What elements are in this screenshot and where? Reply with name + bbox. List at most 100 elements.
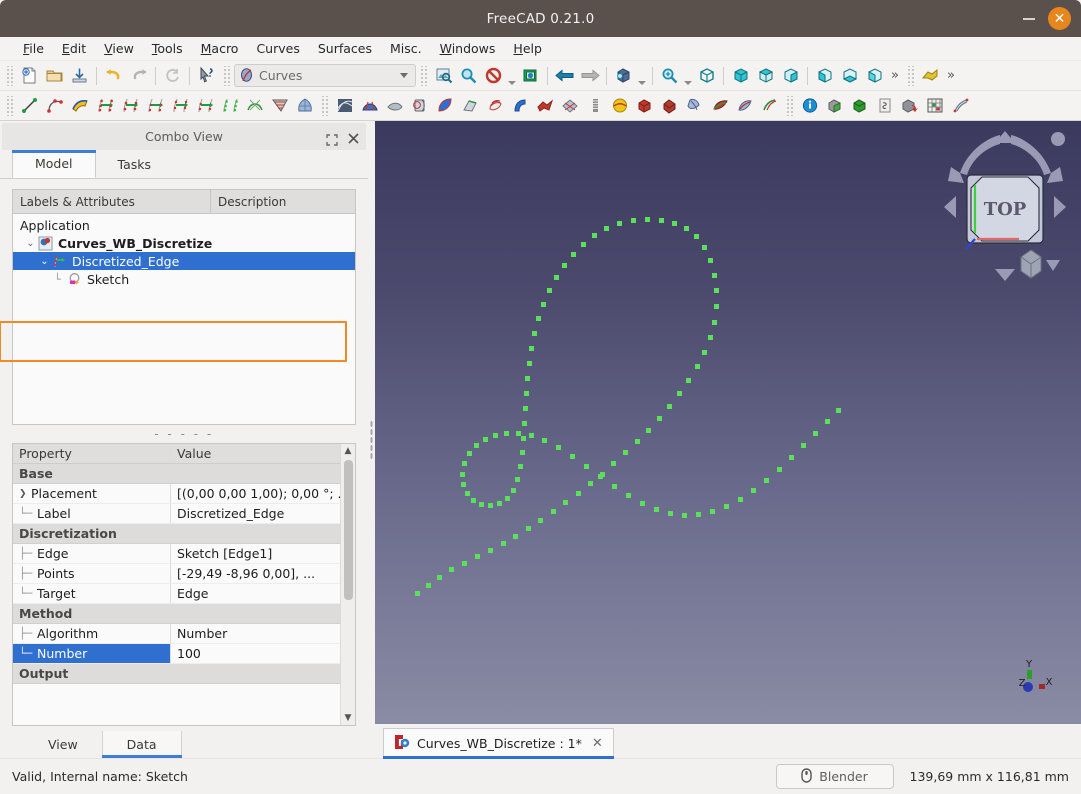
- gordon-surface-icon[interactable]: [357, 94, 382, 118]
- 3d-viewport[interactable]: TOP Y Z X: [375, 121, 1081, 724]
- tree-item-application[interactable]: Application: [13, 216, 355, 234]
- menu-view[interactable]: View: [95, 39, 143, 58]
- axonometric-dropdown[interactable]: [636, 64, 648, 88]
- property-value[interactable]: Number: [171, 624, 340, 644]
- menu-macro[interactable]: Macro: [192, 39, 248, 58]
- menu-curves[interactable]: Curves: [247, 39, 308, 58]
- spline-icon[interactable]: [42, 94, 67, 118]
- close-icon[interactable]: ✕: [592, 736, 603, 751]
- zoom-dropdown[interactable]: [682, 64, 694, 88]
- zoom-box-icon[interactable]: [456, 64, 481, 88]
- refresh-icon[interactable]: [160, 64, 185, 88]
- menu-windows[interactable]: Windows: [431, 39, 505, 58]
- toolbar-overflow-2[interactable]: »: [943, 68, 959, 83]
- trim-face-icon[interactable]: [557, 94, 582, 118]
- axonometric-icon[interactable]: [611, 64, 636, 88]
- interpolate-icon[interactable]: [117, 94, 142, 118]
- chevron-down-icon[interactable]: ⌄: [38, 252, 51, 270]
- tab-data[interactable]: Data: [101, 731, 182, 758]
- sweep-icon[interactable]: [432, 94, 457, 118]
- property-row-placement[interactable]: ❯ Placement [(0,00 0,00 1,00); 0,00 °; ..…: [13, 484, 340, 504]
- property-row-points[interactable]: ├─ Points [-29,49 -8,96 0,00], ...: [13, 564, 340, 584]
- zoom-icon[interactable]: [657, 64, 682, 88]
- grid-icon[interactable]: [922, 94, 947, 118]
- redo-icon[interactable]: [126, 64, 151, 88]
- property-row-edge[interactable]: ├─ Edge Sketch [Edge1]: [13, 544, 340, 564]
- minimize-button[interactable]: [1020, 10, 1038, 28]
- shape-export-icon[interactable]: [897, 94, 922, 118]
- segment-surface-icon[interactable]: [532, 94, 557, 118]
- close-icon[interactable]: [347, 130, 360, 144]
- green-cube-icon[interactable]: [847, 94, 872, 118]
- pipeshell-icon[interactable]: [407, 94, 432, 118]
- toolbar-grip[interactable]: [5, 65, 14, 86]
- box-element-icon[interactable]: [822, 94, 847, 118]
- join-curve-icon[interactable]: [192, 94, 217, 118]
- menu-tools[interactable]: Tools: [143, 39, 192, 58]
- back-arrow-icon[interactable]: [552, 64, 577, 88]
- toolbar-grip[interactable]: [222, 65, 231, 86]
- draw-style-icon[interactable]: [481, 64, 506, 88]
- map-sketch-icon[interactable]: [707, 94, 732, 118]
- toolbar-grip[interactable]: [419, 65, 428, 86]
- discretized-points-icon[interactable]: [217, 94, 242, 118]
- line-icon[interactable]: [17, 94, 42, 118]
- vertical-splitter[interactable]: [368, 121, 375, 758]
- chevron-right-icon[interactable]: ❯: [19, 489, 31, 499]
- shape-info-icon[interactable]: [682, 94, 707, 118]
- menu-misc[interactable]: Misc.: [381, 39, 431, 58]
- std-view-icon[interactable]: [518, 64, 543, 88]
- isometric-icon[interactable]: [694, 64, 719, 88]
- scroll-down-icon[interactable]: ▼: [341, 711, 355, 725]
- info-icon[interactable]: [797, 94, 822, 118]
- discretize-icon[interactable]: [92, 94, 117, 118]
- paramcurve-icon[interactable]: [757, 94, 782, 118]
- property-value[interactable]: [-29,49 -8,96 0,00], ...: [171, 564, 340, 584]
- property-row-algorithm[interactable]: ├─ Algorithm Number: [13, 624, 340, 644]
- front-view-icon[interactable]: [728, 64, 753, 88]
- right-view-icon[interactable]: [778, 64, 803, 88]
- save-icon[interactable]: [67, 64, 92, 88]
- left-view-icon[interactable]: [862, 64, 887, 88]
- navigation-style-button[interactable]: Blender: [775, 764, 894, 789]
- property-value[interactable]: 100: [171, 644, 340, 664]
- toolbar-grip[interactable]: [5, 95, 14, 116]
- scroll-up-icon[interactable]: ▲: [341, 444, 355, 458]
- open-folder-icon[interactable]: [42, 64, 67, 88]
- workbench-selector[interactable]: Curves: [234, 64, 416, 87]
- surface-blend-icon[interactable]: [332, 94, 357, 118]
- rear-view-icon[interactable]: [812, 64, 837, 88]
- profile-support-icon[interactable]: [457, 94, 482, 118]
- multi-loft-icon[interactable]: [582, 94, 607, 118]
- isocurve-icon[interactable]: [292, 94, 317, 118]
- undo-icon[interactable]: [101, 64, 126, 88]
- tree-item-document[interactable]: ⌄ Curves_WB_Discretize: [13, 234, 355, 252]
- top-view-icon[interactable]: [753, 64, 778, 88]
- whats-this-icon[interactable]: [194, 64, 219, 88]
- comb-plot-icon[interactable]: [242, 94, 267, 118]
- property-value[interactable]: [(0,00 0,00 1,00); 0,00 °; ...: [171, 484, 340, 504]
- menu-surfaces[interactable]: Surfaces: [309, 39, 381, 58]
- property-value[interactable]: Edge: [171, 584, 340, 604]
- chevron-down-icon[interactable]: ⌄: [24, 234, 37, 252]
- expand-icon[interactable]: [326, 131, 338, 146]
- toolbar-grip[interactable]: [320, 95, 329, 116]
- fit-all-icon[interactable]: [431, 64, 456, 88]
- toolbar-grip[interactable]: [785, 95, 794, 116]
- property-scrollbar[interactable]: ▲ ▼: [340, 444, 355, 725]
- tab-tasks[interactable]: Tasks: [95, 150, 174, 178]
- property-row-target[interactable]: └─ Target Edge: [13, 584, 340, 604]
- toolbar-overflow-1[interactable]: »: [887, 68, 903, 83]
- tree-item-discretized-edge[interactable]: ⌄ Discretized_Edge: [13, 252, 355, 270]
- parametric-blend-icon[interactable]: [167, 94, 192, 118]
- property-row-label[interactable]: └─ Label Discretized_Edge: [13, 504, 340, 524]
- menu-edit[interactable]: Edit: [53, 39, 95, 58]
- bottom-view-icon[interactable]: [837, 64, 862, 88]
- tree-item-sketch[interactable]: └ Sketch: [13, 270, 355, 288]
- clipboard-icon[interactable]: [872, 94, 897, 118]
- curve-extend-icon[interactable]: [67, 94, 92, 118]
- close-button[interactable]: ✕: [1048, 7, 1071, 30]
- forward-arrow-icon[interactable]: [577, 64, 602, 88]
- navigation-cube[interactable]: TOP: [938, 129, 1073, 289]
- scrollbar-thumb[interactable]: [344, 460, 353, 600]
